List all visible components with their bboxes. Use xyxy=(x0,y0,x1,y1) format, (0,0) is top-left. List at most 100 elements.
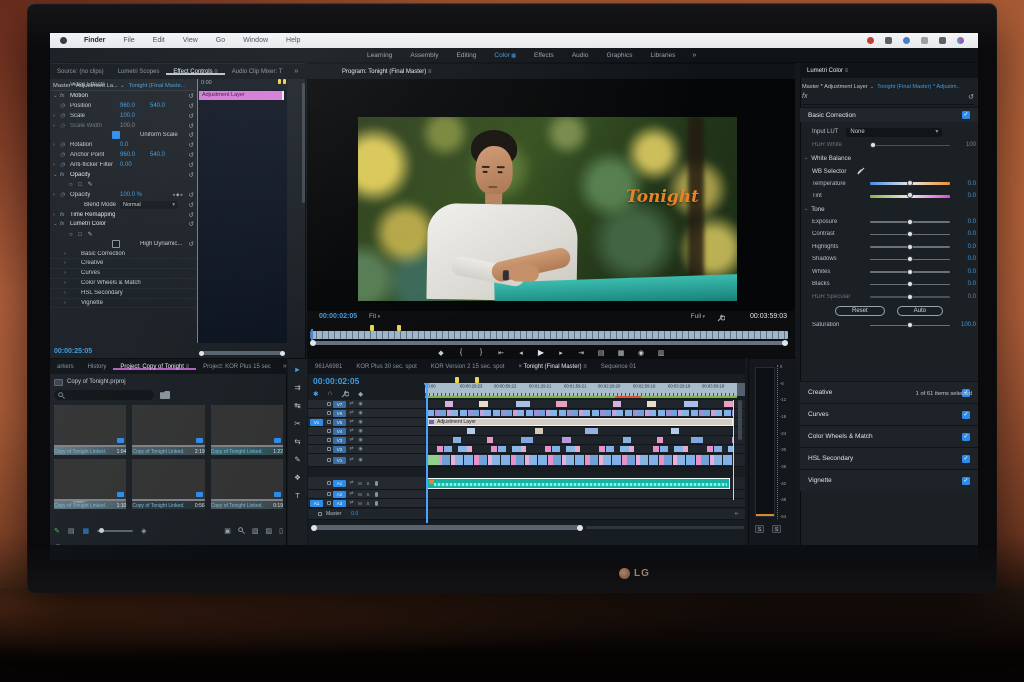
twirl-icon[interactable]: ⌄ xyxy=(804,206,808,212)
menu-item[interactable]: Help xyxy=(277,37,309,44)
clip-thumbnail[interactable] xyxy=(54,459,127,501)
project-tab[interactable]: History xyxy=(81,364,114,370)
timeline-marker-icon[interactable] xyxy=(475,377,479,383)
effect-row[interactable]: › ◷ Anti-flicker Filter 0.00 ↺ xyxy=(50,160,197,170)
effect-row[interactable]: ◷ Anchor Point 960.0 540.0 ↺ xyxy=(50,150,197,160)
clip-title[interactable]: Copy of Tonight Linked... xyxy=(211,449,263,455)
sync-lock-icon[interactable]: ⇌ xyxy=(348,401,355,407)
project-writable-icon[interactable]: ✎ xyxy=(54,527,60,535)
clear-trash-icon[interactable]: ▯ xyxy=(279,527,283,536)
section-enabled-checkbox[interactable]: ✓ xyxy=(962,111,970,119)
wb-slider[interactable]: Tint 0.0 xyxy=(802,190,976,203)
lock-icon[interactable] xyxy=(327,429,331,433)
track-output-icon[interactable]: ◉ xyxy=(357,446,364,452)
list-view-icon[interactable]: ▤ xyxy=(68,527,75,535)
stopwatch-icon[interactable]: fx xyxy=(60,212,70,218)
clip-thumbnail[interactable] xyxy=(210,459,283,501)
sort-icon[interactable]: ◈ xyxy=(141,527,146,535)
sync-lock-icon[interactable]: ⇌ xyxy=(348,419,355,425)
project-tab-overflow-icon[interactable]: » xyxy=(278,363,292,370)
effect-row[interactable]: High Dynamic... ↺ xyxy=(50,239,197,249)
stopwatch-icon[interactable]: ◷ xyxy=(60,142,70,148)
track-output-icon[interactable]: ◉ xyxy=(357,419,364,425)
project-clip[interactable]: Copy of Tonight Linked... 1:10 xyxy=(54,459,127,509)
project-clip[interactable]: Copy of Tonight Linked... 1:22 xyxy=(210,405,283,455)
track-lane[interactable] xyxy=(425,436,745,444)
stopwatch-icon[interactable]: fx xyxy=(60,172,70,178)
property-value-2[interactable]: 540.0 xyxy=(150,152,165,158)
master-volume-value[interactable]: 0.0 xyxy=(351,511,358,517)
slider-knob[interactable] xyxy=(870,142,877,148)
apple-menu-icon[interactable] xyxy=(60,37,67,44)
solo-button[interactable]: S xyxy=(365,492,371,497)
go-to-out-icon[interactable]: ⇥ xyxy=(575,349,587,357)
timeline-marker-icon[interactable] xyxy=(455,377,459,383)
tone-slider[interactable]: Shadows 0.0 xyxy=(802,253,976,266)
track-target-button[interactable]: V6 xyxy=(333,409,346,417)
V2[interactable]: V2 ⇌ ◉ xyxy=(308,445,745,454)
A3[interactable]: A1 A3 ⇌ M S xyxy=(308,499,745,508)
lumetri-clip-label[interactable]: Tonight (Final Master) * Adjustm.. xyxy=(877,84,959,90)
panel-tab[interactable]: Source: (no clips) xyxy=(50,69,111,75)
property-value-2[interactable]: 540.0 xyxy=(150,103,165,109)
slider-knob[interactable] xyxy=(907,231,913,237)
clip-title[interactable]: Copy of Tonight Linked... xyxy=(132,503,184,509)
solo-button[interactable]: S xyxy=(755,525,764,533)
chevron-down-icon[interactable]: ⌄ xyxy=(870,84,875,90)
sequence-tab[interactable]: 961A6981 xyxy=(308,364,349,370)
project-clip[interactable]: Copy of Tonight Linked... 1:04 xyxy=(54,405,127,455)
track-lane[interactable] xyxy=(425,400,745,408)
timeline-display-settings-icon[interactable] xyxy=(341,390,350,398)
twirl-icon[interactable]: › xyxy=(64,260,71,266)
panel-tab[interactable]: Audio Clip Mixer: T xyxy=(225,69,290,75)
reset-icon[interactable]: ↺ xyxy=(189,102,194,110)
track-target-button[interactable]: V4 xyxy=(333,427,346,435)
property-value[interactable]: 0.0 xyxy=(120,142,128,148)
track-target-button[interactable]: A1 xyxy=(333,479,346,487)
project-tab[interactable]: Project: Copy of Tonight xyxy=(113,364,196,370)
hdr-white-slider[interactable]: HDR White 100 xyxy=(802,139,976,152)
reset-icon[interactable]: ↺ xyxy=(189,191,194,199)
mark-in-icon[interactable]: { xyxy=(455,349,467,356)
property-value[interactable]: 100.0 % xyxy=(120,192,142,198)
lock-icon[interactable] xyxy=(327,447,331,451)
status-icon[interactable] xyxy=(867,37,874,44)
reset-icon[interactable]: ↺ xyxy=(189,220,194,228)
audio-clip[interactable] xyxy=(427,478,730,489)
solo-button[interactable]: S xyxy=(365,501,371,506)
slider-knob[interactable] xyxy=(907,268,913,275)
workspace-tab[interactable]: Effects xyxy=(525,52,563,59)
playback-resolution-select[interactable]: Full xyxy=(691,313,705,320)
workspace-tab[interactable]: Editing xyxy=(448,52,486,59)
clip-title[interactable]: Copy of Tonight Linked... xyxy=(211,503,263,509)
V3[interactable]: V3 ⇌ ◉ xyxy=(308,436,745,445)
twirl-icon[interactable]: › xyxy=(53,212,60,218)
saturation-slider[interactable]: Saturation 100.0 xyxy=(802,319,976,332)
sync-lock-icon[interactable]: ⇌ xyxy=(348,428,355,434)
twirl-icon[interactable]: ⌄ xyxy=(804,155,808,161)
battery-icon[interactable] xyxy=(921,37,928,44)
program-video-frame[interactable]: Tonight xyxy=(358,117,737,301)
panel-tab-overflow-icon[interactable]: » xyxy=(289,68,303,75)
siri-icon[interactable] xyxy=(957,37,964,44)
slider-knob[interactable] xyxy=(907,293,913,300)
new-bin-icon[interactable]: ▧ xyxy=(252,527,259,536)
workspace-tab[interactable]: Audio xyxy=(563,52,598,59)
track-output-icon[interactable]: ◉ xyxy=(357,428,364,434)
reset-button[interactable]: Reset xyxy=(834,306,885,316)
effect-row[interactable]: › ◷ Scale Width 100.0 ↺ xyxy=(50,121,197,131)
play-icon[interactable]: ▶ xyxy=(535,348,547,357)
project-search-input[interactable] xyxy=(54,390,154,400)
stopwatch-icon[interactable]: ◷ xyxy=(60,152,70,158)
reset-icon[interactable]: ↺ xyxy=(189,141,194,149)
tone-slider[interactable]: Whites 0.0 xyxy=(802,266,976,279)
adjustment-layer-clip[interactable]: Adjustment Layer xyxy=(427,418,733,426)
lock-icon[interactable] xyxy=(327,438,331,442)
reset-icon[interactable]: ↺ xyxy=(189,240,194,248)
property-value[interactable]: Normal xyxy=(120,200,178,209)
track-select-tool[interactable]: ⇉ xyxy=(294,383,300,392)
zoom-level-select[interactable]: Fit xyxy=(369,313,380,320)
pen-tool[interactable]: ✎ xyxy=(294,455,300,464)
track-target-button[interactable]: V5 xyxy=(333,418,346,426)
wb-slider[interactable]: Temperature 0.0 xyxy=(802,178,976,191)
